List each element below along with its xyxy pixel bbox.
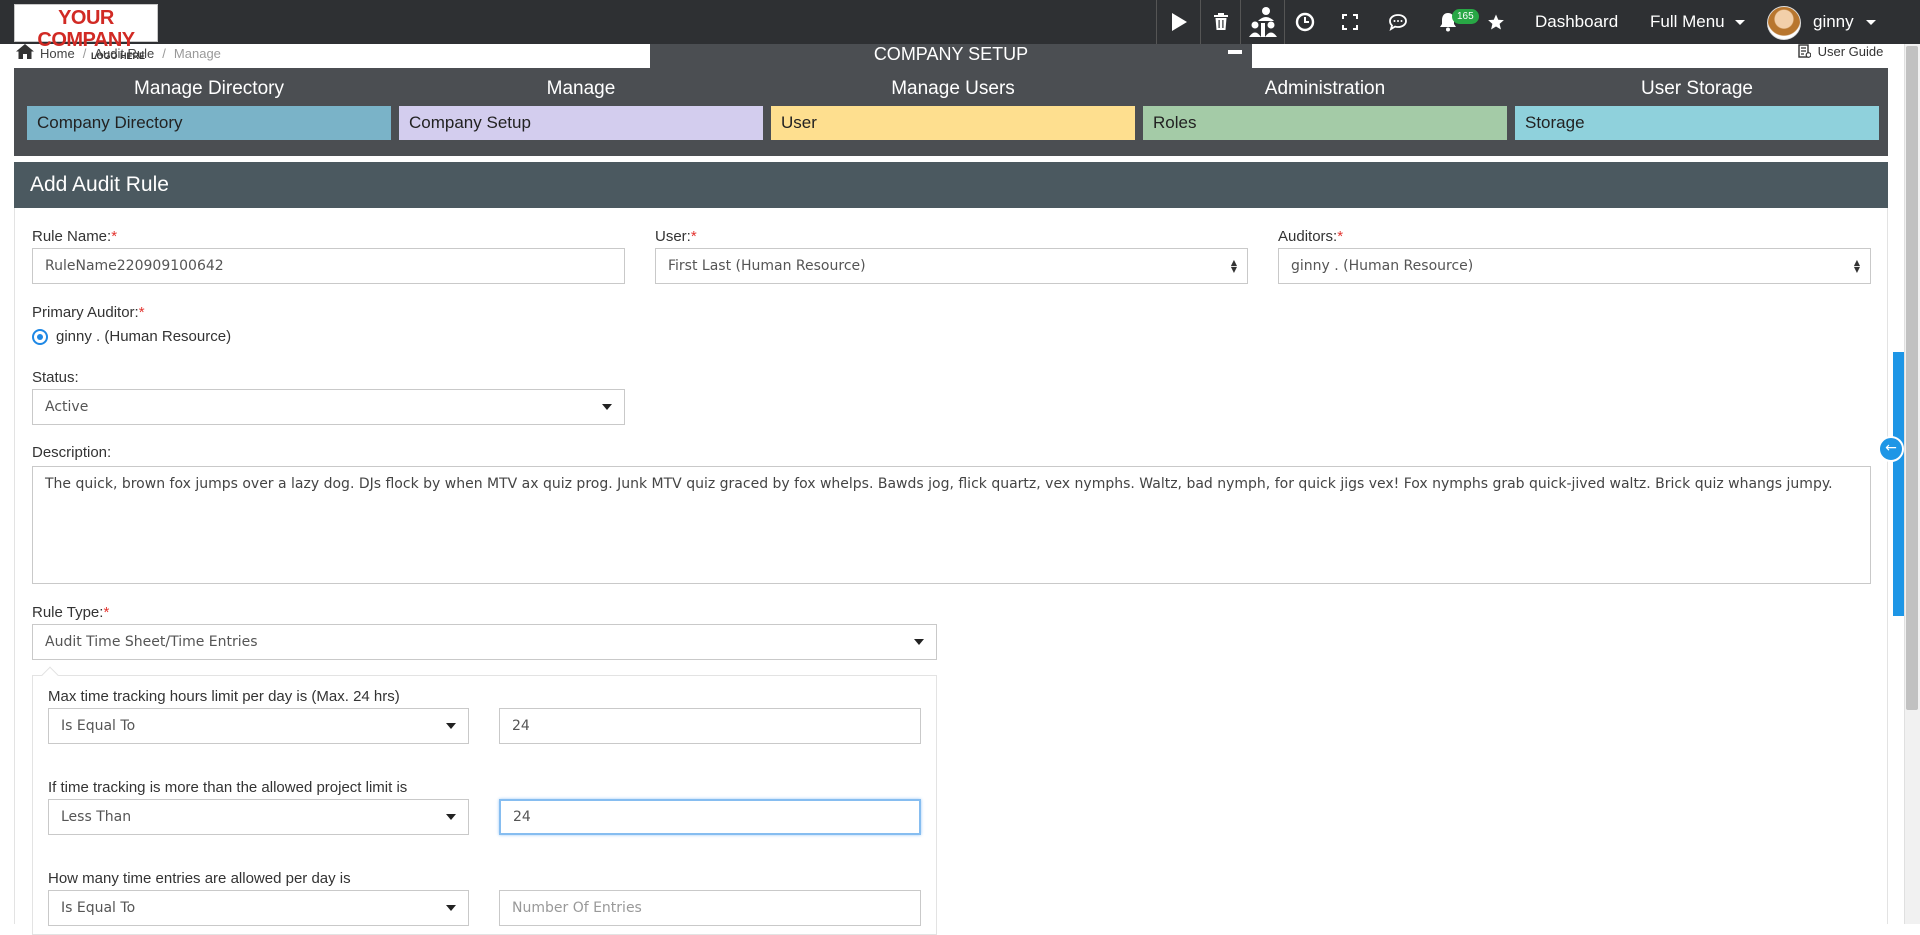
menu-heading: Administration: [1264, 78, 1386, 99]
status-select[interactable]: Active: [32, 389, 625, 425]
breadcrumb-home[interactable]: Home: [40, 46, 75, 61]
rule-type-select-value: Audit Time Sheet/Time Entries: [45, 634, 258, 650]
user-menu-dropdown[interactable]: ginny: [1813, 0, 1877, 44]
team-icon[interactable]: [1240, 0, 1284, 44]
chevron-down-icon: [1866, 20, 1877, 26]
entries-per-day-label: How many time entries are allowed per da…: [48, 870, 351, 887]
breadcrumb-current: Manage: [173, 45, 221, 61]
play-icon[interactable]: [1156, 0, 1200, 44]
side-panel-tab[interactable]: [1893, 352, 1904, 616]
rule-type-label-text: Rule Type:: [32, 604, 104, 621]
scrollbar-thumb[interactable]: [1906, 46, 1918, 710]
project-limit-operator-select[interactable]: Less Than: [48, 799, 469, 835]
max-hours-input[interactable]: 24: [499, 708, 921, 744]
required-asterisk: *: [103, 604, 110, 621]
entries-operator-select[interactable]: Is Equal To: [48, 890, 469, 926]
sort-caret-icon: ▲ ▼: [1853, 258, 1860, 274]
description-label: Description:: [32, 444, 112, 461]
company-directory-link[interactable]: Company Directory: [27, 106, 391, 140]
status-label: Status:: [32, 369, 79, 386]
description-textarea[interactable]: The quick, brown fox jumps over a lazy d…: [32, 466, 1871, 584]
dashboard-link[interactable]: Dashboard: [1535, 0, 1618, 44]
trash-icon[interactable]: [1200, 0, 1240, 44]
breadcrumb-separator: /: [162, 45, 166, 61]
menu-column-storage: User Storage Storage: [1515, 78, 1879, 140]
chevron-down-icon: [446, 814, 456, 820]
chat-icon[interactable]: [1378, 0, 1418, 44]
company-logo[interactable]: YOUR COMPANY LOGO HERE: [14, 4, 158, 61]
max-hours-label: Max time tracking hours limit per day is…: [48, 688, 400, 705]
top-navbar: YOUR COMPANY LOGO HERE 165 Dashboard Ful…: [0, 0, 1920, 61]
rule-name-input[interactable]: RuleName220909100642: [32, 248, 625, 284]
breadcrumb-separator: /: [82, 45, 87, 61]
chevron-down-icon: [446, 905, 456, 911]
user-label-text: User:: [655, 228, 691, 245]
status-select-value: Active: [45, 399, 89, 415]
required-asterisk: *: [690, 228, 697, 245]
home-icon[interactable]: [16, 44, 34, 62]
full-menu-dropdown[interactable]: Full Menu: [1650, 0, 1746, 44]
auditors-label: Auditors:*: [1278, 228, 1343, 245]
menu-column-manage: Manage Company Setup: [399, 78, 763, 140]
clock-icon[interactable]: [1284, 0, 1324, 44]
menu-heading: User Storage: [1641, 78, 1753, 99]
rule-type-label: Rule Type:*: [32, 604, 109, 621]
chevron-down-icon: [914, 639, 924, 645]
sort-caret-icon: ▲ ▼: [1230, 258, 1237, 274]
required-asterisk: *: [111, 228, 118, 245]
primary-auditor-label-text: Primary Auditor:: [32, 304, 139, 321]
company-setup-link[interactable]: Company Setup: [399, 106, 763, 140]
user-guide-label: User Guide: [1817, 44, 1884, 59]
primary-auditor-option[interactable]: ginny . (Human Resource): [56, 328, 231, 345]
storage-link[interactable]: Storage: [1515, 106, 1879, 140]
menu-column-administration: Administration Roles: [1143, 78, 1507, 140]
star-icon[interactable]: [1478, 0, 1514, 44]
breadcrumb: Home / Audit Rule / Manage: [16, 44, 221, 62]
user-select[interactable]: First Last (Human Resource) ▲ ▼: [655, 248, 1248, 284]
guide-icon: [1798, 44, 1812, 61]
max-hours-operator-value: Is Equal To: [61, 718, 136, 734]
user-label: User:*: [655, 228, 697, 245]
rule-name-label: Rule Name:*: [32, 228, 117, 245]
auditors-select[interactable]: ginny . (Human Resource) ▲ ▼: [1278, 248, 1871, 284]
company-setup-tab[interactable]: COMPANY SETUP: [650, 44, 1252, 68]
full-menu-label: Full Menu: [1650, 12, 1725, 31]
fullscreen-icon[interactable]: [1330, 0, 1370, 44]
project-limit-input[interactable]: 24: [499, 799, 921, 835]
menu-column-users: Manage Users User: [771, 78, 1135, 140]
rule-name-label-text: Rule Name:: [32, 228, 112, 245]
company-setup-title: COMPANY SETUP: [873, 44, 1029, 64]
primary-auditor-radio[interactable]: [32, 329, 48, 345]
arrow-left-icon[interactable]: ←: [1878, 436, 1904, 462]
user-guide-link[interactable]: User Guide: [1798, 44, 1883, 61]
user-link[interactable]: User: [771, 106, 1135, 140]
notification-count-badge: 165: [1452, 9, 1479, 24]
chevron-down-icon: [602, 404, 612, 410]
menu-heading: Manage: [546, 78, 616, 99]
menu-heading: Manage Users: [891, 78, 1015, 99]
auditors-select-value: ginny . (Human Resource): [1291, 258, 1474, 274]
rule-type-select[interactable]: Audit Time Sheet/Time Entries: [32, 624, 937, 660]
primary-auditor-label: Primary Auditor:*: [32, 304, 145, 321]
chevron-down-icon: [446, 723, 456, 729]
project-limit-operator-value: Less Than: [61, 809, 132, 825]
add-audit-rule-title: Add Audit Rule: [14, 162, 1888, 208]
quick-menu-panel: Manage Directory Company Directory Manag…: [14, 68, 1888, 156]
menu-heading: Manage Directory: [134, 78, 284, 99]
breadcrumb-audit-rule[interactable]: Audit Rule: [94, 46, 154, 61]
max-hours-operator-select[interactable]: Is Equal To: [48, 708, 469, 744]
chevron-down-icon: [1735, 20, 1746, 26]
project-limit-label: If time tracking is more than the allowe…: [48, 779, 408, 796]
user-select-value: First Last (Human Resource): [668, 258, 866, 274]
required-asterisk: *: [138, 304, 145, 321]
number-of-entries-input[interactable]: Number Of Entries: [499, 890, 921, 926]
required-asterisk: *: [1337, 228, 1344, 245]
auditors-label-text: Auditors:: [1278, 228, 1338, 245]
roles-link[interactable]: Roles: [1143, 106, 1507, 140]
user-avatar[interactable]: [1767, 6, 1801, 40]
minimize-icon[interactable]: [1228, 50, 1242, 54]
menu-column-directory: Manage Directory Company Directory: [27, 78, 391, 140]
user-name: ginny: [1813, 12, 1854, 31]
entries-operator-value: Is Equal To: [61, 900, 136, 916]
